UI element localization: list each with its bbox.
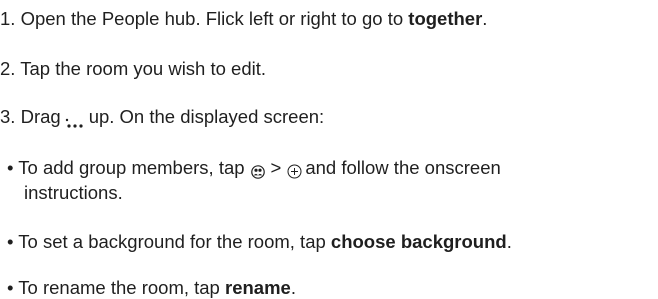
bullet-3-marker: •: [7, 277, 14, 298]
step-1-number: 1.: [0, 8, 16, 29]
bullet-2-text: To set a background for the room, tap: [18, 231, 331, 252]
bullet-1-continuation-text: instructions.: [24, 182, 123, 203]
bullet-3-text: To rename the room, tap: [18, 277, 225, 298]
bullet-1-end: and follow the onscreen: [305, 157, 501, 178]
bullet-2-end: .: [506, 231, 512, 252]
bullet-1-marker: •: [7, 157, 14, 178]
bullet-3-end: .: [290, 277, 296, 298]
step-2-number: 2.: [0, 58, 16, 79]
bullet-2-marker: •: [7, 231, 14, 252]
group-members-icon: [250, 162, 265, 179]
step-1-bold: together: [408, 8, 483, 29]
step-3-end: up. On the displayed screen:: [88, 106, 325, 127]
bullet-1-text: To add group members, tap: [18, 157, 245, 178]
step-3: 3. Drag up. On the displayed screen:: [0, 106, 324, 128]
bullet-3: • To rename the room, tap rename.: [7, 277, 296, 299]
bullet-1-separator: >: [270, 157, 282, 178]
step-3-number: 3.: [0, 106, 16, 127]
instructions-page: 1. Open the People hub. Flick left or ri…: [0, 0, 658, 299]
add-circle-icon: [287, 162, 302, 179]
more-dots-icon: [65, 112, 87, 128]
step-1: 1. Open the People hub. Flick left or ri…: [0, 8, 487, 30]
bullet-1: • To add group members, tap > and follow…: [7, 157, 501, 179]
step-1-end: .: [482, 8, 488, 29]
step-2: 2. Tap the room you wish to edit.: [0, 58, 266, 80]
bullet-2: • To set a background for the room, tap …: [7, 231, 512, 253]
bullet-3-bold: rename: [225, 277, 291, 298]
step-1-text: Open the People hub. Flick left or right…: [20, 8, 409, 29]
bullet-1-continuation: instructions.: [24, 182, 123, 204]
step-3-text: Drag: [20, 106, 61, 127]
step-2-text: Tap the room you wish to edit.: [20, 58, 267, 79]
bullet-2-bold: choose background: [330, 231, 507, 252]
